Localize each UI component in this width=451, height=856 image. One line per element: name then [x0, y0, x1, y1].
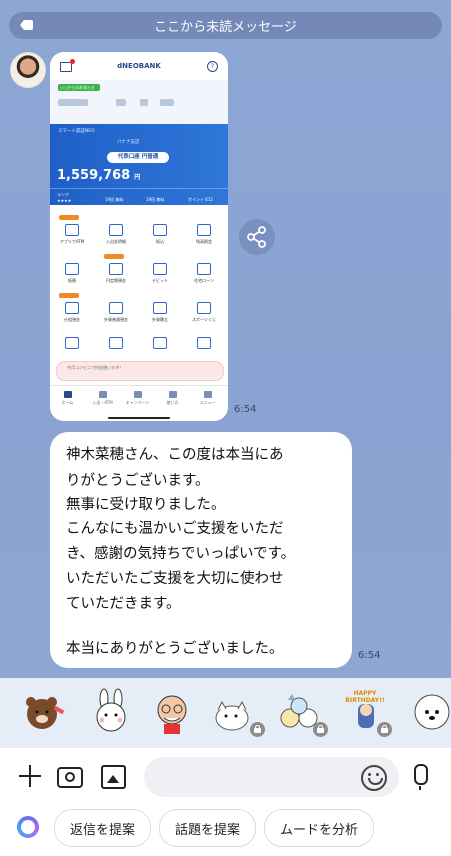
image-timestamp: 6:54: [234, 404, 257, 415]
image-icon[interactable]: [101, 765, 126, 789]
sticker-old-man[interactable]: [148, 688, 196, 736]
bank-logo: dNEOBANK: [117, 62, 161, 70]
blurred-text: [140, 99, 148, 106]
sticker-bear[interactable]: [20, 688, 68, 736]
blurred-text: [58, 99, 88, 106]
card-stats: ランク ★★★★ 19回 無料 19回 無料 ポイント 612: [50, 188, 228, 206]
unread-label: ここから未読メッセージ: [154, 20, 297, 35]
promo-tag: [59, 293, 79, 298]
sticker-suggestions: HAPPY BIRTHDAY!!: [0, 678, 451, 748]
share-icon: [247, 226, 266, 248]
plus-icon[interactable]: [19, 765, 41, 787]
grid-item: 仕組預金: [50, 302, 94, 323]
tag-icon: [20, 20, 33, 30]
message-line: いただいたご支援を大切に使わせ: [66, 571, 284, 587]
message-line: 無事に受け取りました。: [66, 497, 226, 513]
message-timestamp: 6:54: [358, 650, 381, 661]
info-area: ○○からのお知らせ: [50, 80, 228, 124]
branch-label: バナナ支店: [117, 140, 140, 145]
grid-item: 住宅ローン: [182, 263, 226, 284]
message-line: ていただきます。: [66, 596, 181, 612]
suggest-reply-button[interactable]: 返信を提案: [54, 809, 151, 847]
stat-value: 19回 無料: [105, 197, 124, 202]
avatar[interactable]: [10, 52, 46, 88]
help-icon: ?: [207, 61, 218, 72]
emoji-icon[interactable]: [361, 765, 387, 791]
stat-value: 19回 無料: [146, 197, 165, 202]
grid-item: [94, 337, 138, 352]
grid-item: 外貨積立: [138, 302, 182, 323]
home-indicator: [108, 417, 170, 419]
smart-auth-label: スマート認証NEO: [58, 129, 95, 134]
nav-item: メニュー: [190, 391, 225, 406]
account-type: 代表口座 円普通: [107, 152, 169, 163]
search-hint: 今月コンビニで何金使いすぎ？: [67, 365, 123, 370]
balance-card: スマート認証NEO バナナ支店 代表口座 円普通 1,559,768 円 ランク …: [50, 124, 228, 205]
sticker-bunny[interactable]: [88, 688, 136, 736]
suggest-topic-button[interactable]: 話題を提案: [159, 809, 256, 847]
nav-item: 使い方: [155, 391, 190, 406]
blurred-text: [116, 99, 126, 106]
grid-item: 振替: [50, 263, 94, 284]
nav-item: 入出・ATM: [85, 391, 120, 406]
analyze-mood-button[interactable]: ムードを分析: [264, 809, 374, 847]
grid-item: [50, 337, 94, 352]
rank-stars: ★★★★: [57, 198, 72, 203]
grid-item: 振込: [138, 224, 182, 245]
promo-tag: [104, 254, 124, 259]
lock-icon: [377, 722, 392, 737]
share-button[interactable]: [239, 219, 275, 255]
notice-badge: ○○からのお知らせ: [58, 84, 100, 91]
nav-item: キャンペーン: [120, 391, 155, 406]
stat-value: ポイント 612: [188, 197, 213, 202]
sticker-sheep[interactable]: [408, 688, 451, 736]
menu-grid: アプリでATM 入出金明細 振込 残高照会 振替 円定期預金 デビット 住宅ロー…: [50, 205, 228, 355]
grid-item: 外貨普通預金: [94, 302, 138, 323]
promo-tag: [59, 215, 79, 220]
message-line: こんなにも温かいご支援をいただ: [66, 521, 284, 537]
message-line: き、感謝の気持ちでいっぱいです。: [66, 546, 296, 562]
grid-item: アプリでATM: [50, 224, 94, 245]
camera-icon[interactable]: [57, 767, 83, 788]
balance-amount: 1,559,768 円: [57, 168, 141, 183]
grid-item: 入出金明細: [94, 224, 138, 245]
message-line: 本当にありがとうございました。: [66, 641, 284, 657]
shared-image[interactable]: dNEOBANK ? ○○からのお知らせ スマート認証NEO バナナ支店 代表口…: [50, 52, 228, 421]
sticker-text: HAPPY BIRTHDAY!!: [345, 690, 385, 704]
grid-item: [182, 337, 226, 352]
ai-assistant-icon[interactable]: [17, 816, 39, 838]
message-line: りがとうございます。: [66, 473, 210, 489]
grid-item: 円定期預金: [94, 263, 138, 284]
message-line: 神木菜穂さん、この度は本当にあ: [66, 447, 284, 463]
input-bar: 返信を提案 話題を提案 ムードを分析: [0, 748, 451, 856]
mic-icon[interactable]: [414, 764, 428, 790]
grid-item: デビット: [138, 263, 182, 284]
message-bubble[interactable]: 神木菜穂さん、この度は本当にあ りがとうございます。 無事に受け取りました。 こ…: [50, 432, 352, 668]
bottom-nav: ホーム 入出・ATM キャンペーン 使い方 メニュー: [50, 385, 228, 421]
grid-item: スポーツくじ: [182, 302, 226, 323]
lock-icon: [250, 722, 265, 737]
search-bar: 今月コンビニで何金使いすぎ？: [56, 361, 224, 381]
app-header: dNEOBANK ?: [50, 52, 228, 80]
lock-icon: [313, 722, 328, 737]
grid-item: [138, 337, 182, 352]
unread-banner: ここから未読メッセージ: [9, 12, 442, 39]
grid-item: 残高照会: [182, 224, 226, 245]
blurred-text: [160, 99, 174, 106]
nav-item: ホーム: [50, 391, 85, 406]
